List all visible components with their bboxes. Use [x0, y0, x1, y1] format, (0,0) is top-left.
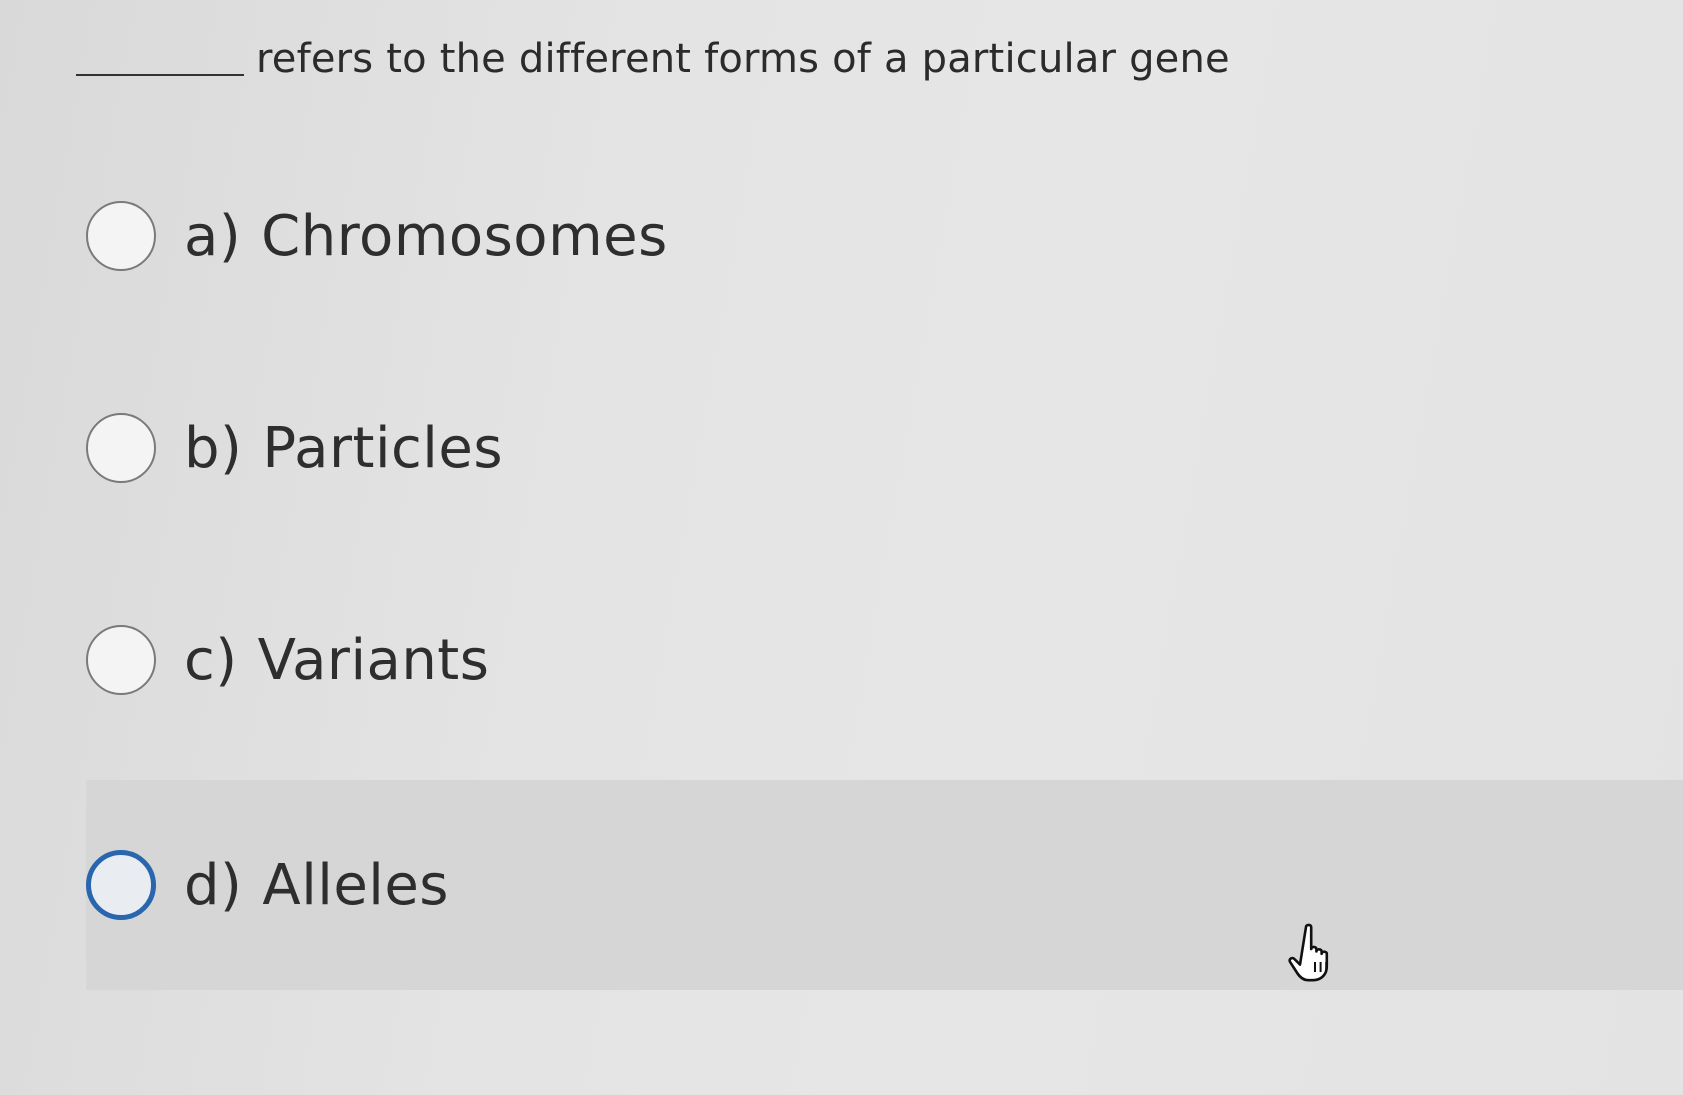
radio-button-d[interactable]	[86, 850, 156, 920]
option-c-text: Variants	[257, 627, 490, 693]
option-b-label: b) Particles	[184, 416, 503, 481]
option-b[interactable]: b) Particles	[86, 343, 1683, 553]
hand-pointer-icon	[1288, 923, 1329, 982]
option-a-letter: a)	[184, 203, 242, 269]
option-d[interactable]: d) Alleles	[86, 780, 1683, 990]
option-b-text: Particles	[262, 415, 503, 481]
option-c-letter: c)	[184, 627, 238, 693]
answer-blank	[76, 74, 244, 76]
option-c-label: c) Variants	[184, 628, 489, 693]
radio-button-b[interactable]	[86, 413, 156, 483]
option-d-label: d) Alleles	[184, 853, 449, 918]
option-b-letter: b)	[184, 415, 243, 481]
option-a[interactable]: a) Chromosomes	[86, 131, 1683, 341]
option-d-text: Alleles	[262, 852, 449, 918]
option-a-text: Chromosomes	[261, 203, 668, 269]
radio-button-a[interactable]	[86, 201, 156, 271]
radio-button-c[interactable]	[86, 625, 156, 695]
option-c[interactable]: c) Variants	[86, 555, 1683, 765]
option-d-letter: d)	[184, 852, 243, 918]
question-prompt: refers to the different forms of a parti…	[76, 22, 1230, 82]
option-a-label: a) Chromosomes	[184, 204, 668, 269]
question-text: refers to the different forms of a parti…	[256, 36, 1230, 82]
